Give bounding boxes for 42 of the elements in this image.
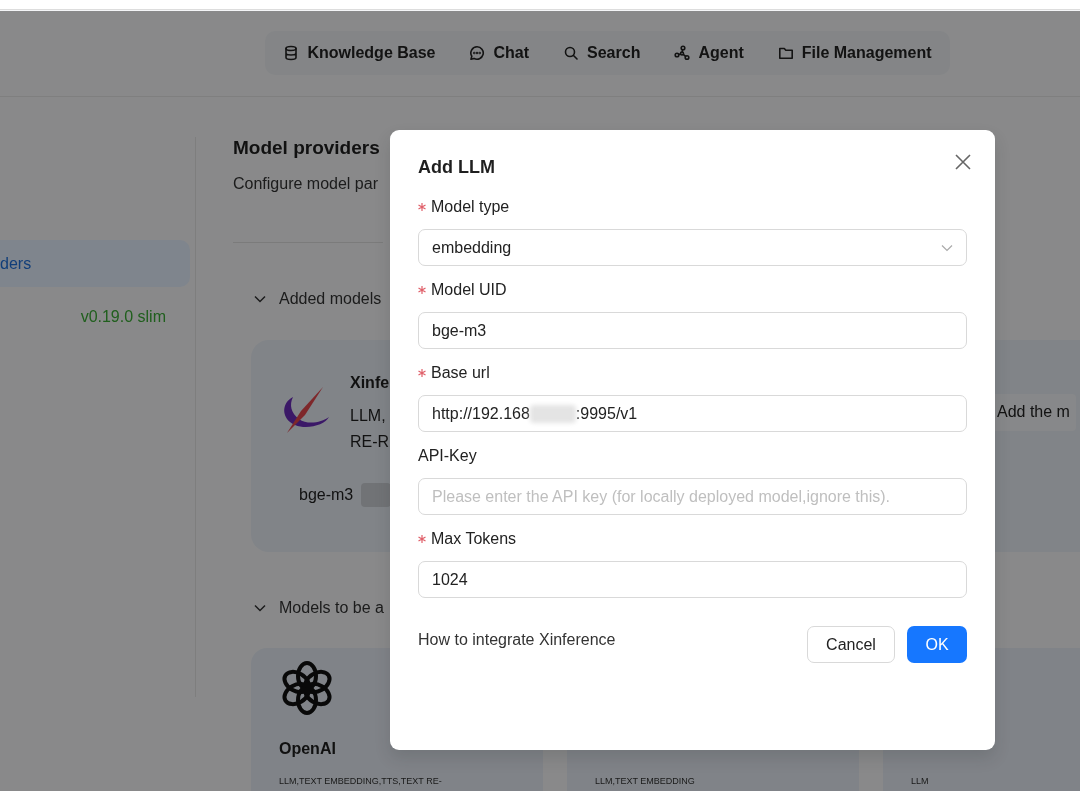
help-link[interactable]: How to integrate Xinference xyxy=(418,627,616,652)
section-title: Model providers xyxy=(233,137,381,160)
ok-button[interactable]: OK xyxy=(907,626,967,663)
nav-tab[interactable]: Agent xyxy=(674,41,744,65)
input-field[interactable]: Please enter the API key (for locally deployed model,ignore this). xyxy=(418,478,967,515)
section-heading: Models to be a xyxy=(279,597,384,618)
field-label: Base url xyxy=(431,363,490,383)
nav-tab[interactable]: Search xyxy=(563,41,641,65)
provider-tags: LLM,TEXT EMBEDDING xyxy=(595,774,831,789)
nav-tab[interactable]: Knowledge Base xyxy=(283,41,436,65)
field-label: Model UID xyxy=(431,280,507,300)
section-heading: Added models xyxy=(279,288,382,309)
version-text: v0.19.0 slim xyxy=(79,307,167,327)
input-field[interactable]: http://192.168 :9995/v1 xyxy=(418,395,967,432)
input-field[interactable]: 1024 xyxy=(418,561,967,598)
model-tag xyxy=(361,482,392,507)
provider-tags: LLM xyxy=(911,774,1080,789)
database-icon xyxy=(283,45,300,61)
sidebar-item[interactable]: ders xyxy=(0,240,190,287)
field-label: Model type xyxy=(431,197,510,217)
field-label: Max Tokens xyxy=(431,529,517,549)
cancel-button[interactable]: Cancel xyxy=(807,626,895,663)
nodes-icon xyxy=(674,45,691,61)
model-name: bge-m3 xyxy=(299,484,354,505)
search-icon xyxy=(563,45,580,61)
nav-tab[interactable]: File Management xyxy=(777,41,932,65)
dialog-title: Add LLM xyxy=(418,156,495,179)
folder-icon xyxy=(777,45,794,61)
input-field[interactable]: bge-m3 xyxy=(418,312,967,349)
provider-tags: LLM,TEXT EMBEDDING,TTS,TEXT RE- xyxy=(279,774,515,789)
provider-tags: RE-R xyxy=(350,429,390,455)
section-description: Configure model par xyxy=(233,173,379,194)
field-label: API-Key xyxy=(418,446,477,466)
provider-name: Xinfe xyxy=(350,372,390,393)
blurred-text-mark xyxy=(529,404,576,423)
nav-tab[interactable]: Chat xyxy=(469,41,530,65)
provider-tags: LLM, xyxy=(350,403,390,429)
model-type-select[interactable]: embedding xyxy=(418,229,967,266)
close-icon[interactable] xyxy=(955,154,971,170)
provider-name: OpenAI xyxy=(279,738,337,759)
chat-bubble-icon xyxy=(469,45,486,61)
knot-logo-icon xyxy=(279,659,335,716)
